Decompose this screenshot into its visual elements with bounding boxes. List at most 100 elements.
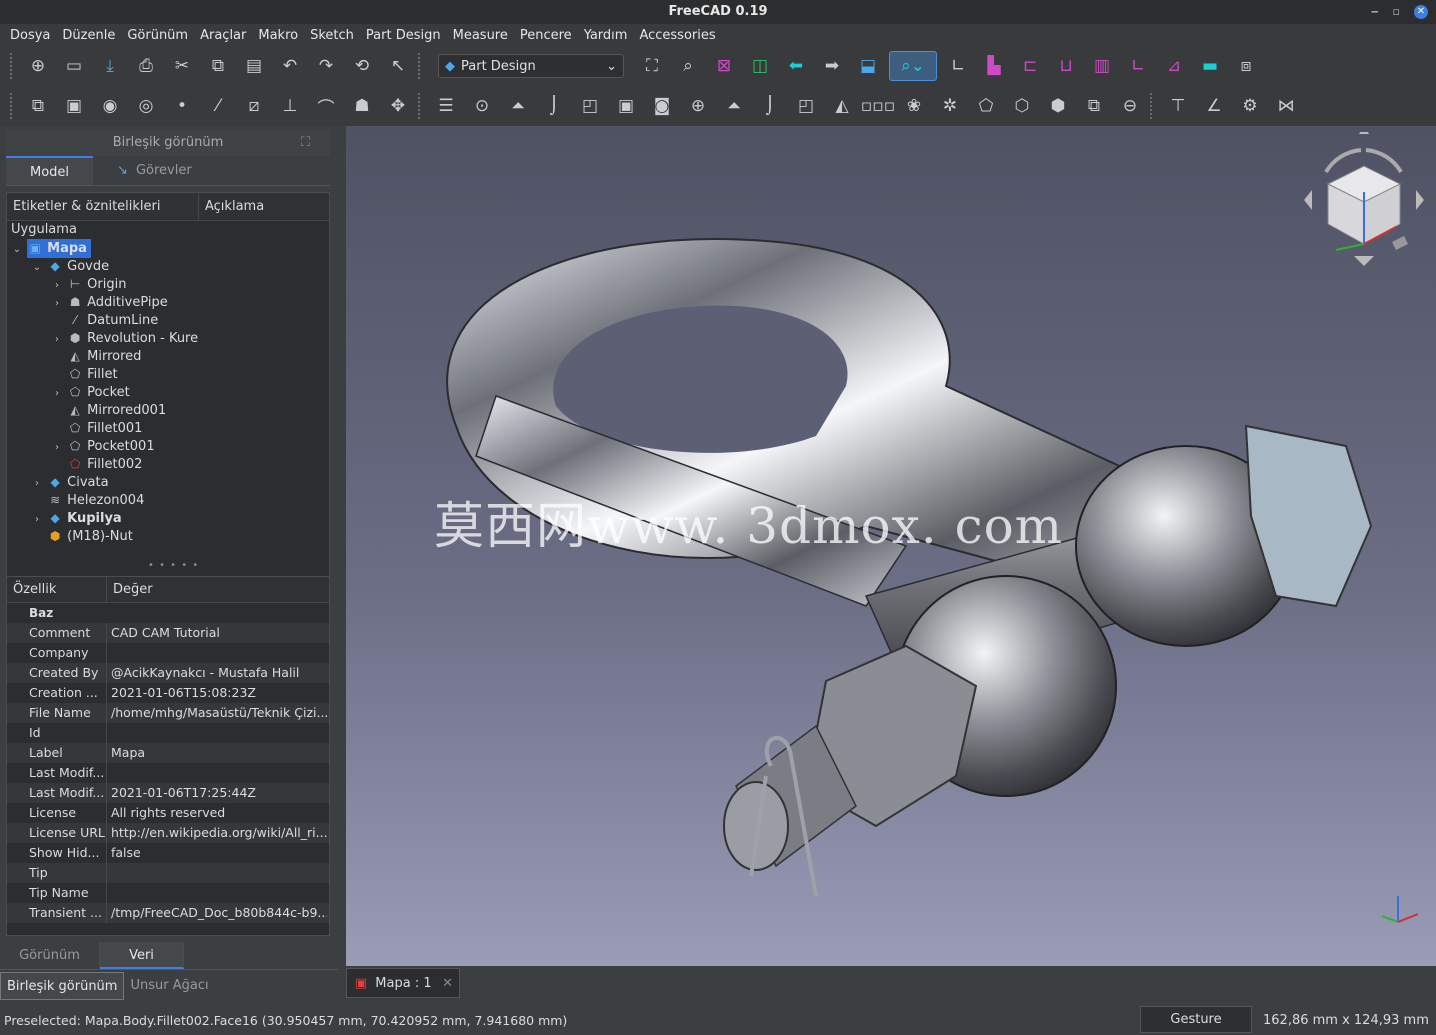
tree-item-revolution-kure[interactable]: › ⬢ Revolution - Kure bbox=[7, 329, 329, 347]
sketch-icon[interactable]: ⌒ bbox=[311, 91, 341, 121]
local-cs-icon[interactable]: ⊥ bbox=[275, 91, 305, 121]
property-value[interactable]: http://en.wikipedia.org/wiki/All_ri... bbox=[107, 823, 327, 843]
menu-araclar[interactable]: Araçlar bbox=[194, 28, 252, 43]
additive-pipe-icon[interactable]: ⌡ bbox=[539, 91, 569, 121]
tab-feature-tree[interactable]: Unsur Ağacı bbox=[124, 972, 214, 1000]
minimize-button[interactable]: ‒ bbox=[1371, 0, 1379, 24]
property-row[interactable]: Tip Name bbox=[7, 883, 329, 903]
tree-item-fillet002[interactable]: ⬠ Fillet002 bbox=[7, 455, 329, 473]
refresh-icon[interactable]: ⟲ bbox=[347, 51, 377, 81]
property-row[interactable]: Id bbox=[7, 723, 329, 743]
property-value[interactable]: All rights reserved bbox=[107, 803, 327, 823]
create-body-icon[interactable]: ⧉ bbox=[23, 91, 53, 121]
polar-pattern-icon[interactable]: ❀ bbox=[899, 91, 929, 121]
navigation-cube[interactable] bbox=[1296, 132, 1426, 272]
property-value[interactable]: @AcikKaynakcı - Mustafa Halil bbox=[107, 663, 327, 683]
tree-item-origin[interactable]: › ⊢ Origin bbox=[7, 275, 329, 293]
tree-header-labels[interactable]: Etiketler & öznitelikleri bbox=[7, 193, 199, 220]
datum-plane-icon[interactable]: ⧄ bbox=[239, 91, 269, 121]
measure-linear-icon[interactable]: ∟ bbox=[943, 51, 973, 81]
tab-data[interactable]: Veri bbox=[100, 942, 184, 969]
mirrored-icon[interactable]: ◭ bbox=[827, 91, 857, 121]
pad-icon[interactable]: ☰ bbox=[431, 91, 461, 121]
property-row[interactable]: Label Mapa bbox=[7, 743, 329, 763]
datum-line-icon[interactable]: ⁄ bbox=[203, 91, 233, 121]
property-value[interactable]: /home/mhg/Masaüstü/Teknik Çizi... bbox=[107, 703, 327, 723]
subtractive-loft-icon[interactable]: ⏶ bbox=[719, 91, 749, 121]
close-button[interactable]: ✕ bbox=[1414, 5, 1428, 19]
tree-item-govde[interactable]: ⌄ ◆ Govde bbox=[7, 257, 329, 275]
rotate-left-icon[interactable] bbox=[1324, 148, 1362, 174]
property-value[interactable] bbox=[107, 643, 327, 663]
hole-icon[interactable]: ◙ bbox=[647, 91, 677, 121]
chamfer-icon[interactable]: ⬡ bbox=[1007, 91, 1037, 121]
create-part-icon[interactable]: ▣ bbox=[59, 91, 89, 121]
property-header-name[interactable]: Özellik bbox=[7, 577, 107, 602]
property-row[interactable]: License URL http://en.wikipedia.org/wiki/… bbox=[7, 823, 329, 843]
measure-clear-icon[interactable]: ⊿ bbox=[1159, 51, 1189, 81]
property-value[interactable]: 2021-01-06T17:25:44Z bbox=[107, 783, 327, 803]
measure-refresh-icon[interactable]: ⊔ bbox=[1051, 51, 1081, 81]
close-tab-icon[interactable]: ✕ bbox=[442, 976, 453, 991]
float-panel-icon[interactable]: ⛶ bbox=[301, 130, 310, 156]
toolbar-grip[interactable] bbox=[1150, 93, 1154, 119]
redo-icon[interactable]: ↷ bbox=[311, 51, 341, 81]
toolbar-grip[interactable] bbox=[10, 93, 14, 119]
multi-transform-icon[interactable]: ✲ bbox=[935, 91, 965, 121]
open-folder-icon[interactable]: ▭ bbox=[59, 51, 89, 81]
measure-select-icon[interactable]: ⌕⌄ bbox=[889, 51, 937, 81]
fit-selection-icon[interactable]: ⌕ bbox=[673, 51, 703, 81]
pocket-icon[interactable]: ▣ bbox=[611, 91, 641, 121]
toolbar-grip[interactable] bbox=[10, 53, 14, 79]
property-value[interactable]: 2021-01-06T15:08:23Z bbox=[107, 683, 327, 703]
save-icon[interactable]: ⤓ bbox=[95, 51, 125, 81]
sheet-icon[interactable]: ⋈ bbox=[1271, 91, 1301, 121]
fillet-icon[interactable]: ⬠ bbox=[971, 91, 1001, 121]
fit-all-icon[interactable]: ⛶ bbox=[637, 51, 667, 81]
copy-icon[interactable]: ⧉ bbox=[203, 51, 233, 81]
sub-shape-binder-icon[interactable]: ☗ bbox=[347, 91, 377, 121]
toolbar-grip[interactable] bbox=[418, 93, 422, 119]
measure-angle-icon[interactable]: ⊏ bbox=[1015, 51, 1045, 81]
property-value[interactable]: Mapa bbox=[107, 743, 327, 763]
property-value[interactable] bbox=[107, 763, 327, 783]
property-header-value[interactable]: Değer bbox=[107, 577, 153, 602]
menu-accessories[interactable]: Accessories bbox=[633, 28, 721, 43]
tree-item-m18-nut[interactable]: ⬢ (M18)-Nut bbox=[7, 527, 329, 545]
workbench-selector[interactable]: ◆ Part Design ⌄ bbox=[438, 54, 624, 78]
additive-loft-icon[interactable]: ⏶ bbox=[503, 91, 533, 121]
property-value[interactable] bbox=[107, 723, 327, 743]
tree-header-description[interactable]: Açıklama bbox=[199, 193, 264, 220]
menu-gorunum[interactable]: Görünüm bbox=[121, 28, 194, 43]
tab-view[interactable]: Görünüm bbox=[0, 942, 100, 969]
property-value[interactable] bbox=[107, 863, 327, 883]
tree-item-additivepipe[interactable]: › ☗ AdditivePipe bbox=[7, 293, 329, 311]
tree-item-mirrored001[interactable]: ◭ Mirrored001 bbox=[7, 401, 329, 419]
tree-item-helezon004[interactable]: ≋ Helezon004 bbox=[7, 491, 329, 509]
property-row[interactable]: Show Hid... false bbox=[7, 843, 329, 863]
draft-icon[interactable]: ⬢ bbox=[1043, 91, 1073, 121]
groove-icon[interactable]: ⊕ bbox=[683, 91, 713, 121]
menu-yardim[interactable]: Yardım bbox=[578, 28, 634, 43]
additive-primitive-icon[interactable]: ◰ bbox=[575, 91, 605, 121]
measure-delta-icon[interactable]: ∟ bbox=[1123, 51, 1153, 81]
menu-dosya[interactable]: Dosya bbox=[4, 28, 56, 43]
linear-pattern-icon[interactable]: ▫▫▫ bbox=[861, 91, 896, 121]
shape-binder-icon[interactable]: ◉ bbox=[95, 91, 125, 121]
panel-splitter[interactable]: • • • • • bbox=[148, 560, 199, 571]
tree-item-pocket001[interactable]: › ⬠ Pocket001 bbox=[7, 437, 329, 455]
validate-sketch-icon[interactable]: ✥ bbox=[383, 91, 413, 121]
property-row[interactable]: Comment CAD CAM Tutorial bbox=[7, 623, 329, 643]
toolbar-grip[interactable] bbox=[418, 53, 422, 79]
property-row[interactable]: Created By @AcikKaynakcı - Mustafa Halil bbox=[7, 663, 329, 683]
property-row[interactable]: License All rights reserved bbox=[7, 803, 329, 823]
tree-item-fillet[interactable]: ⬠ Fillet bbox=[7, 365, 329, 383]
property-row[interactable]: Tip bbox=[7, 863, 329, 883]
back-arrow-icon[interactable]: ⬅ bbox=[781, 51, 811, 81]
tab-model[interactable]: Model bbox=[6, 156, 94, 185]
property-value[interactable]: CAD CAM Tutorial bbox=[107, 623, 327, 643]
macro-icon[interactable]: ⧈ bbox=[1231, 51, 1261, 81]
measure-toggle-icon[interactable]: ▥ bbox=[1087, 51, 1117, 81]
nav-menu-icon[interactable] bbox=[1392, 236, 1408, 250]
property-row[interactable]: Company bbox=[7, 643, 329, 663]
